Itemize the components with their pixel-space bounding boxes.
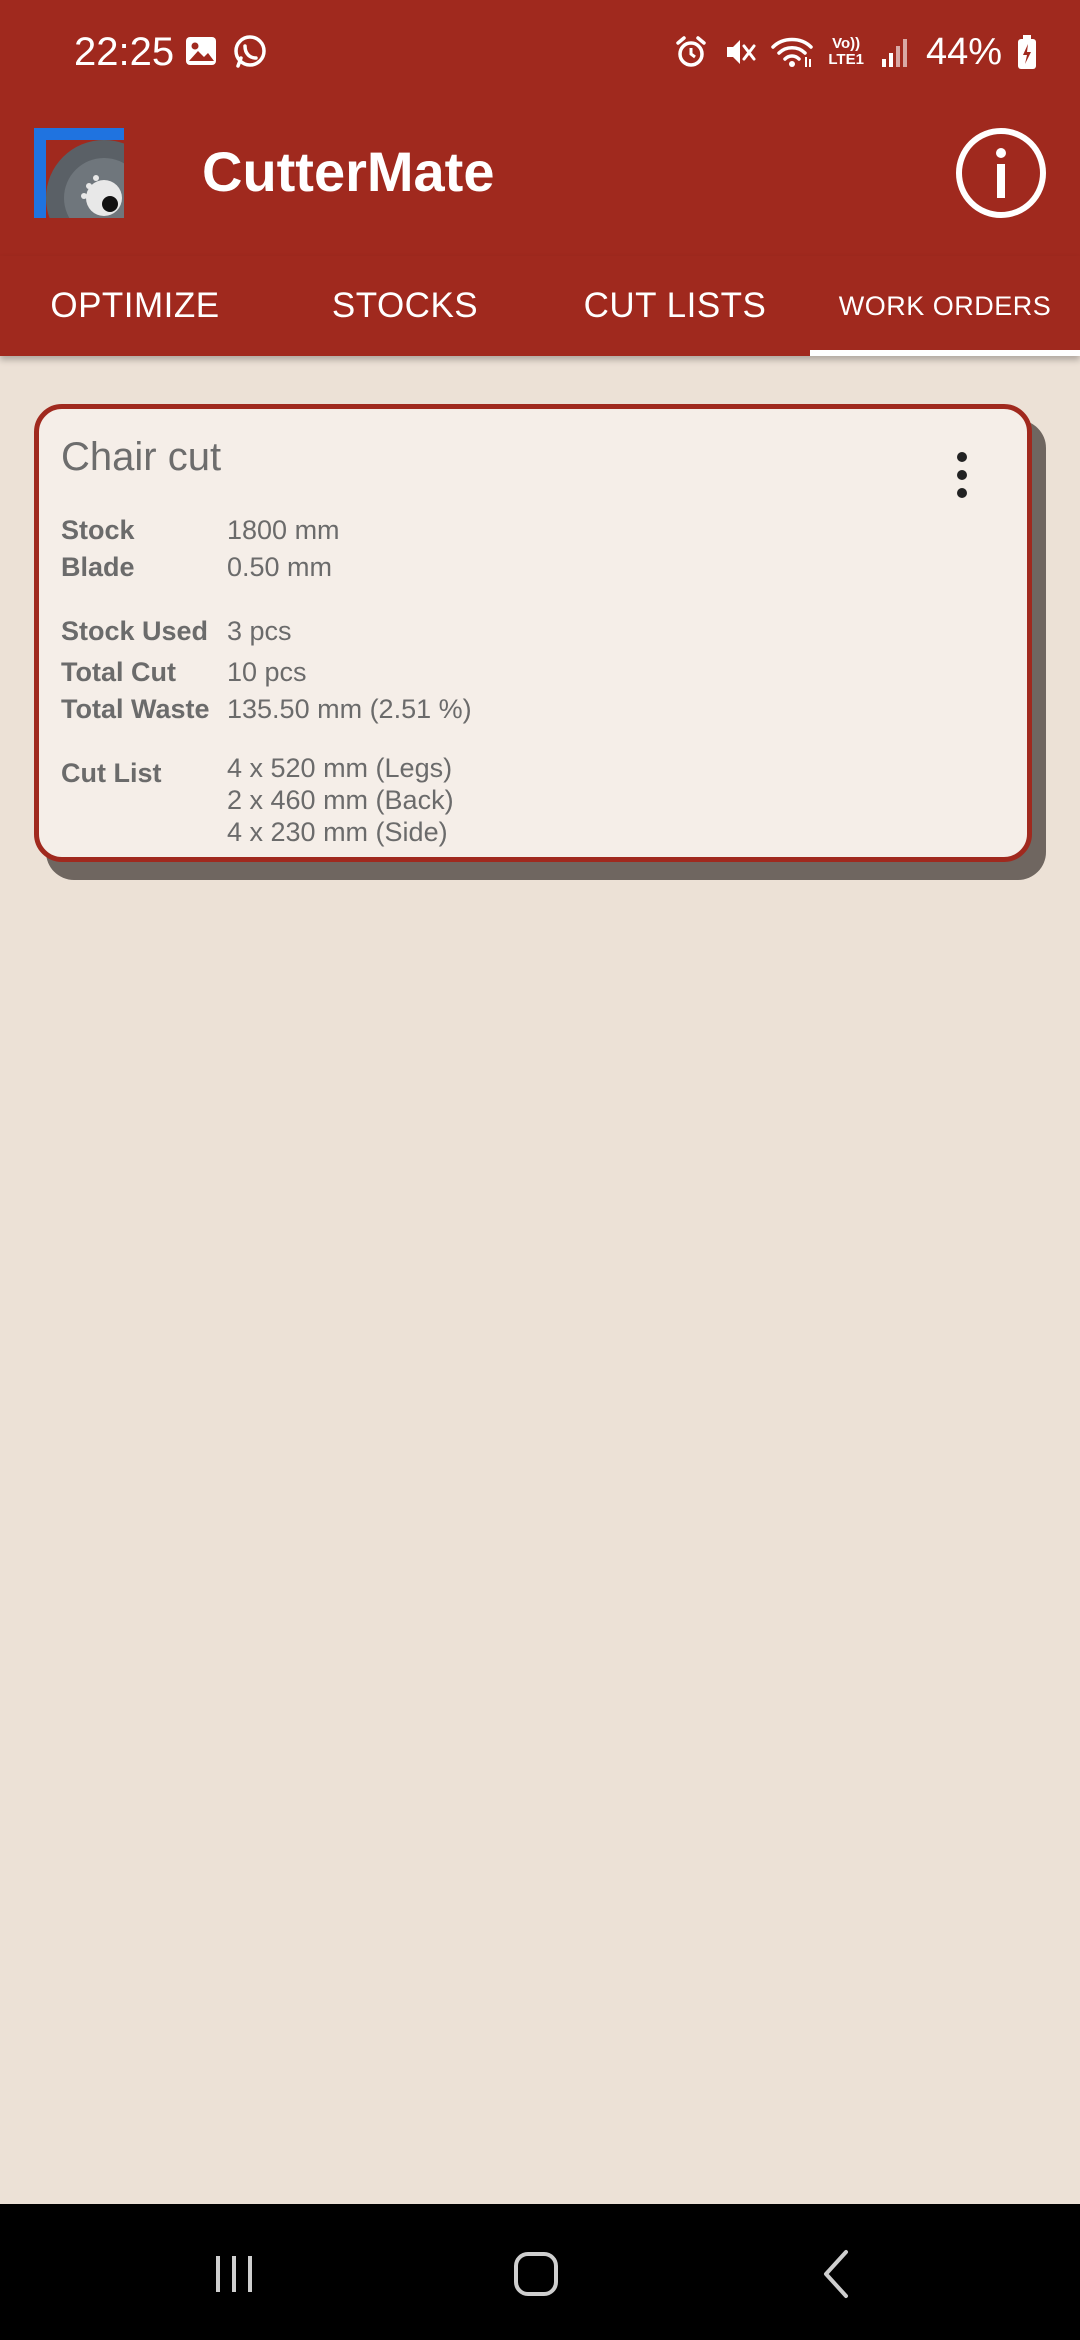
tab-bar: OPTIMIZE STOCKS CUT LISTS WORK ORDERS [0,256,1080,356]
more-vert-icon [957,452,967,498]
back-button[interactable] [798,2234,878,2314]
app-title: CutterMate [202,140,495,203]
saw-blade-logo [34,128,162,256]
system-nav-bar [0,2204,1080,2340]
stock-used-value: 3 pcs [227,616,292,646]
mute-icon [722,35,756,69]
status-bar: 22:25 Vo)) LTE1 44% [0,0,1080,104]
tab-cut-lists[interactable]: CUT LISTS [540,256,810,356]
blade-label: Blade [61,552,135,582]
tab-work-orders[interactable]: WORK ORDERS [810,256,1080,356]
work-order-title: Chair cut [61,435,222,479]
total-waste-label: Total Waste [61,694,210,724]
stock-label: Stock [61,515,135,545]
status-time: 22:25 [74,30,175,74]
battery-percent: 44% [925,31,1002,73]
tab-stocks[interactable]: STOCKS [270,256,540,356]
cut-list-item: 2 x 460 mm (Back) [227,785,454,815]
alarm-icon [674,35,708,69]
card-menu-button[interactable] [947,449,977,509]
status-system-icons: Vo)) LTE1 44% [674,28,1038,76]
home-icon [514,2252,558,2296]
back-icon [824,2250,848,2298]
info-button[interactable] [954,126,1048,220]
cut-list-item: 4 x 230 mm (Side) [227,817,448,847]
image-icon [184,34,218,75]
cut-list-label: Cut List [61,758,162,788]
total-cut-label: Total Cut [61,657,176,687]
stock-value: 1800 mm [227,515,340,545]
battery-icon [1016,34,1038,70]
volte-label: Vo)) [832,35,861,52]
work-order-card[interactable]: Chair cut Stock 1800 mm Blade 0.50 mm St… [34,404,1032,862]
tab-optimize[interactable]: OPTIMIZE [0,256,270,356]
signal-icon [878,35,912,69]
recents-icon [216,2256,252,2292]
recents-button[interactable] [194,2234,274,2314]
status-notification-icons [184,34,268,75]
whatsapp-icon [232,34,268,75]
lte-label: LTE1 [828,51,864,68]
cut-list-item: 4 x 520 mm (Legs) [227,753,453,783]
blade-value: 0.50 mm [227,552,333,582]
tab-selected-indicator [810,350,1080,356]
home-button[interactable] [496,2234,576,2314]
total-waste-value: 135.50 mm (2.51 %) [227,694,472,724]
volte-icon: Vo)) LTE1 [828,36,864,68]
wifi-icon [770,35,814,69]
info-icon [956,128,1046,218]
stock-used-label: Stock Used [61,616,209,646]
app-bar: CutterMate [0,104,1080,272]
total-cut-value: 10 pcs [227,657,307,687]
